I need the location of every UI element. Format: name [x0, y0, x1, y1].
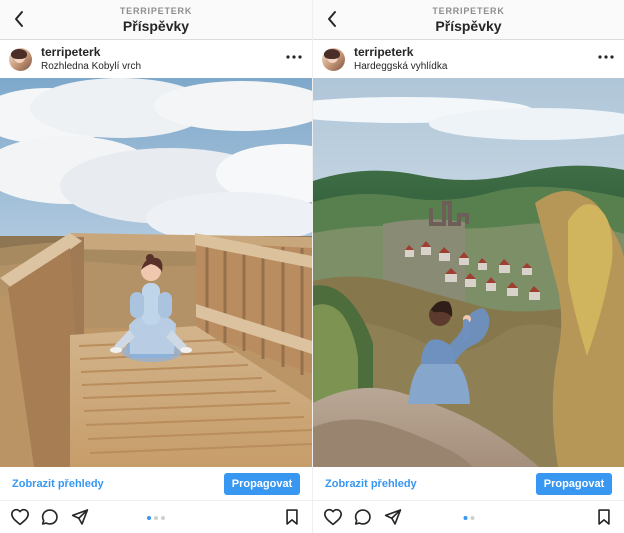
location-link[interactable]: Rozhledna Kobylí vrch: [41, 61, 141, 73]
post-header-text: terripeterk Hardeggská vyhlídka: [354, 45, 447, 73]
like-button[interactable]: [10, 508, 30, 526]
comment-button[interactable]: [353, 508, 373, 526]
more-options-button[interactable]: [598, 52, 614, 62]
top-bar: TERRIPETERK Příspěvky: [0, 0, 312, 40]
comment-icon: [41, 509, 58, 525]
top-bar: TERRIPETERK Příspěvky: [313, 0, 624, 40]
carousel-dot-active: [463, 516, 467, 520]
comment-button[interactable]: [40, 508, 60, 526]
comment-icon: [354, 509, 371, 525]
carousel-dot: [470, 516, 474, 520]
save-button[interactable]: [594, 508, 614, 526]
post-insights-bar: Zobrazit přehledy Propagovat: [0, 467, 312, 501]
save-button[interactable]: [282, 508, 302, 526]
avatar[interactable]: [9, 47, 32, 71]
post-right: TERRIPETERK Příspěvky terripeterk Hardeg…: [312, 0, 624, 533]
carousel-indicator: [147, 516, 165, 520]
top-username: TERRIPETERK: [119, 6, 193, 16]
promote-button[interactable]: Propagovat: [536, 472, 612, 495]
more-options-button[interactable]: [286, 52, 302, 62]
post-header-text: terripeterk Rozhledna Kobylí vrch: [41, 45, 141, 73]
top-username: TERRIPETERK: [432, 6, 505, 16]
carousel-dot: [161, 516, 165, 520]
lookout-photo: [0, 78, 312, 467]
post-actions: [0, 501, 312, 533]
view-insights-link[interactable]: Zobrazit přehledy: [12, 478, 104, 490]
promote-button[interactable]: Propagovat: [224, 472, 300, 495]
post-image[interactable]: [0, 78, 312, 467]
carousel-dot-active: [147, 516, 151, 520]
post-actions: [313, 501, 624, 533]
page-title: Příspěvky: [435, 18, 502, 34]
bookmark-icon: [286, 509, 298, 525]
share-button[interactable]: [383, 508, 403, 526]
bookmark-icon: [598, 509, 610, 525]
username-link[interactable]: terripeterk: [41, 45, 141, 60]
top-titles: TERRIPETERK Příspěvky: [313, 6, 624, 34]
post-insights-bar: Zobrazit přehledy Propagovat: [313, 467, 624, 501]
like-button[interactable]: [323, 508, 343, 526]
ellipsis-horizontal-icon: [286, 55, 302, 59]
carousel-indicator: [463, 516, 474, 520]
post-header: terripeterk Hardeggská vyhlídka: [313, 40, 624, 78]
share-button[interactable]: [70, 508, 90, 526]
valley-photo: [313, 78, 624, 467]
ellipsis-horizontal-icon: [598, 55, 614, 59]
carousel-dot: [154, 516, 158, 520]
send-icon: [71, 509, 89, 525]
username-link[interactable]: terripeterk: [354, 45, 447, 60]
location-link[interactable]: Hardeggská vyhlídka: [354, 61, 447, 73]
top-titles: TERRIPETERK Příspěvky: [0, 6, 312, 34]
post-left: TERRIPETERK Příspěvky terripeterk Rozhle…: [0, 0, 312, 533]
heart-icon: [11, 508, 29, 526]
view-insights-link[interactable]: Zobrazit přehledy: [325, 478, 417, 490]
instagram-posts-stage: TERRIPETERK Příspěvky terripeterk Rozhle…: [0, 0, 624, 533]
post-image[interactable]: [313, 78, 624, 467]
post-header: terripeterk Rozhledna Kobylí vrch: [0, 40, 312, 78]
heart-icon: [324, 508, 342, 526]
page-title: Příspěvky: [122, 18, 190, 34]
avatar[interactable]: [322, 47, 345, 71]
send-icon: [384, 509, 402, 525]
